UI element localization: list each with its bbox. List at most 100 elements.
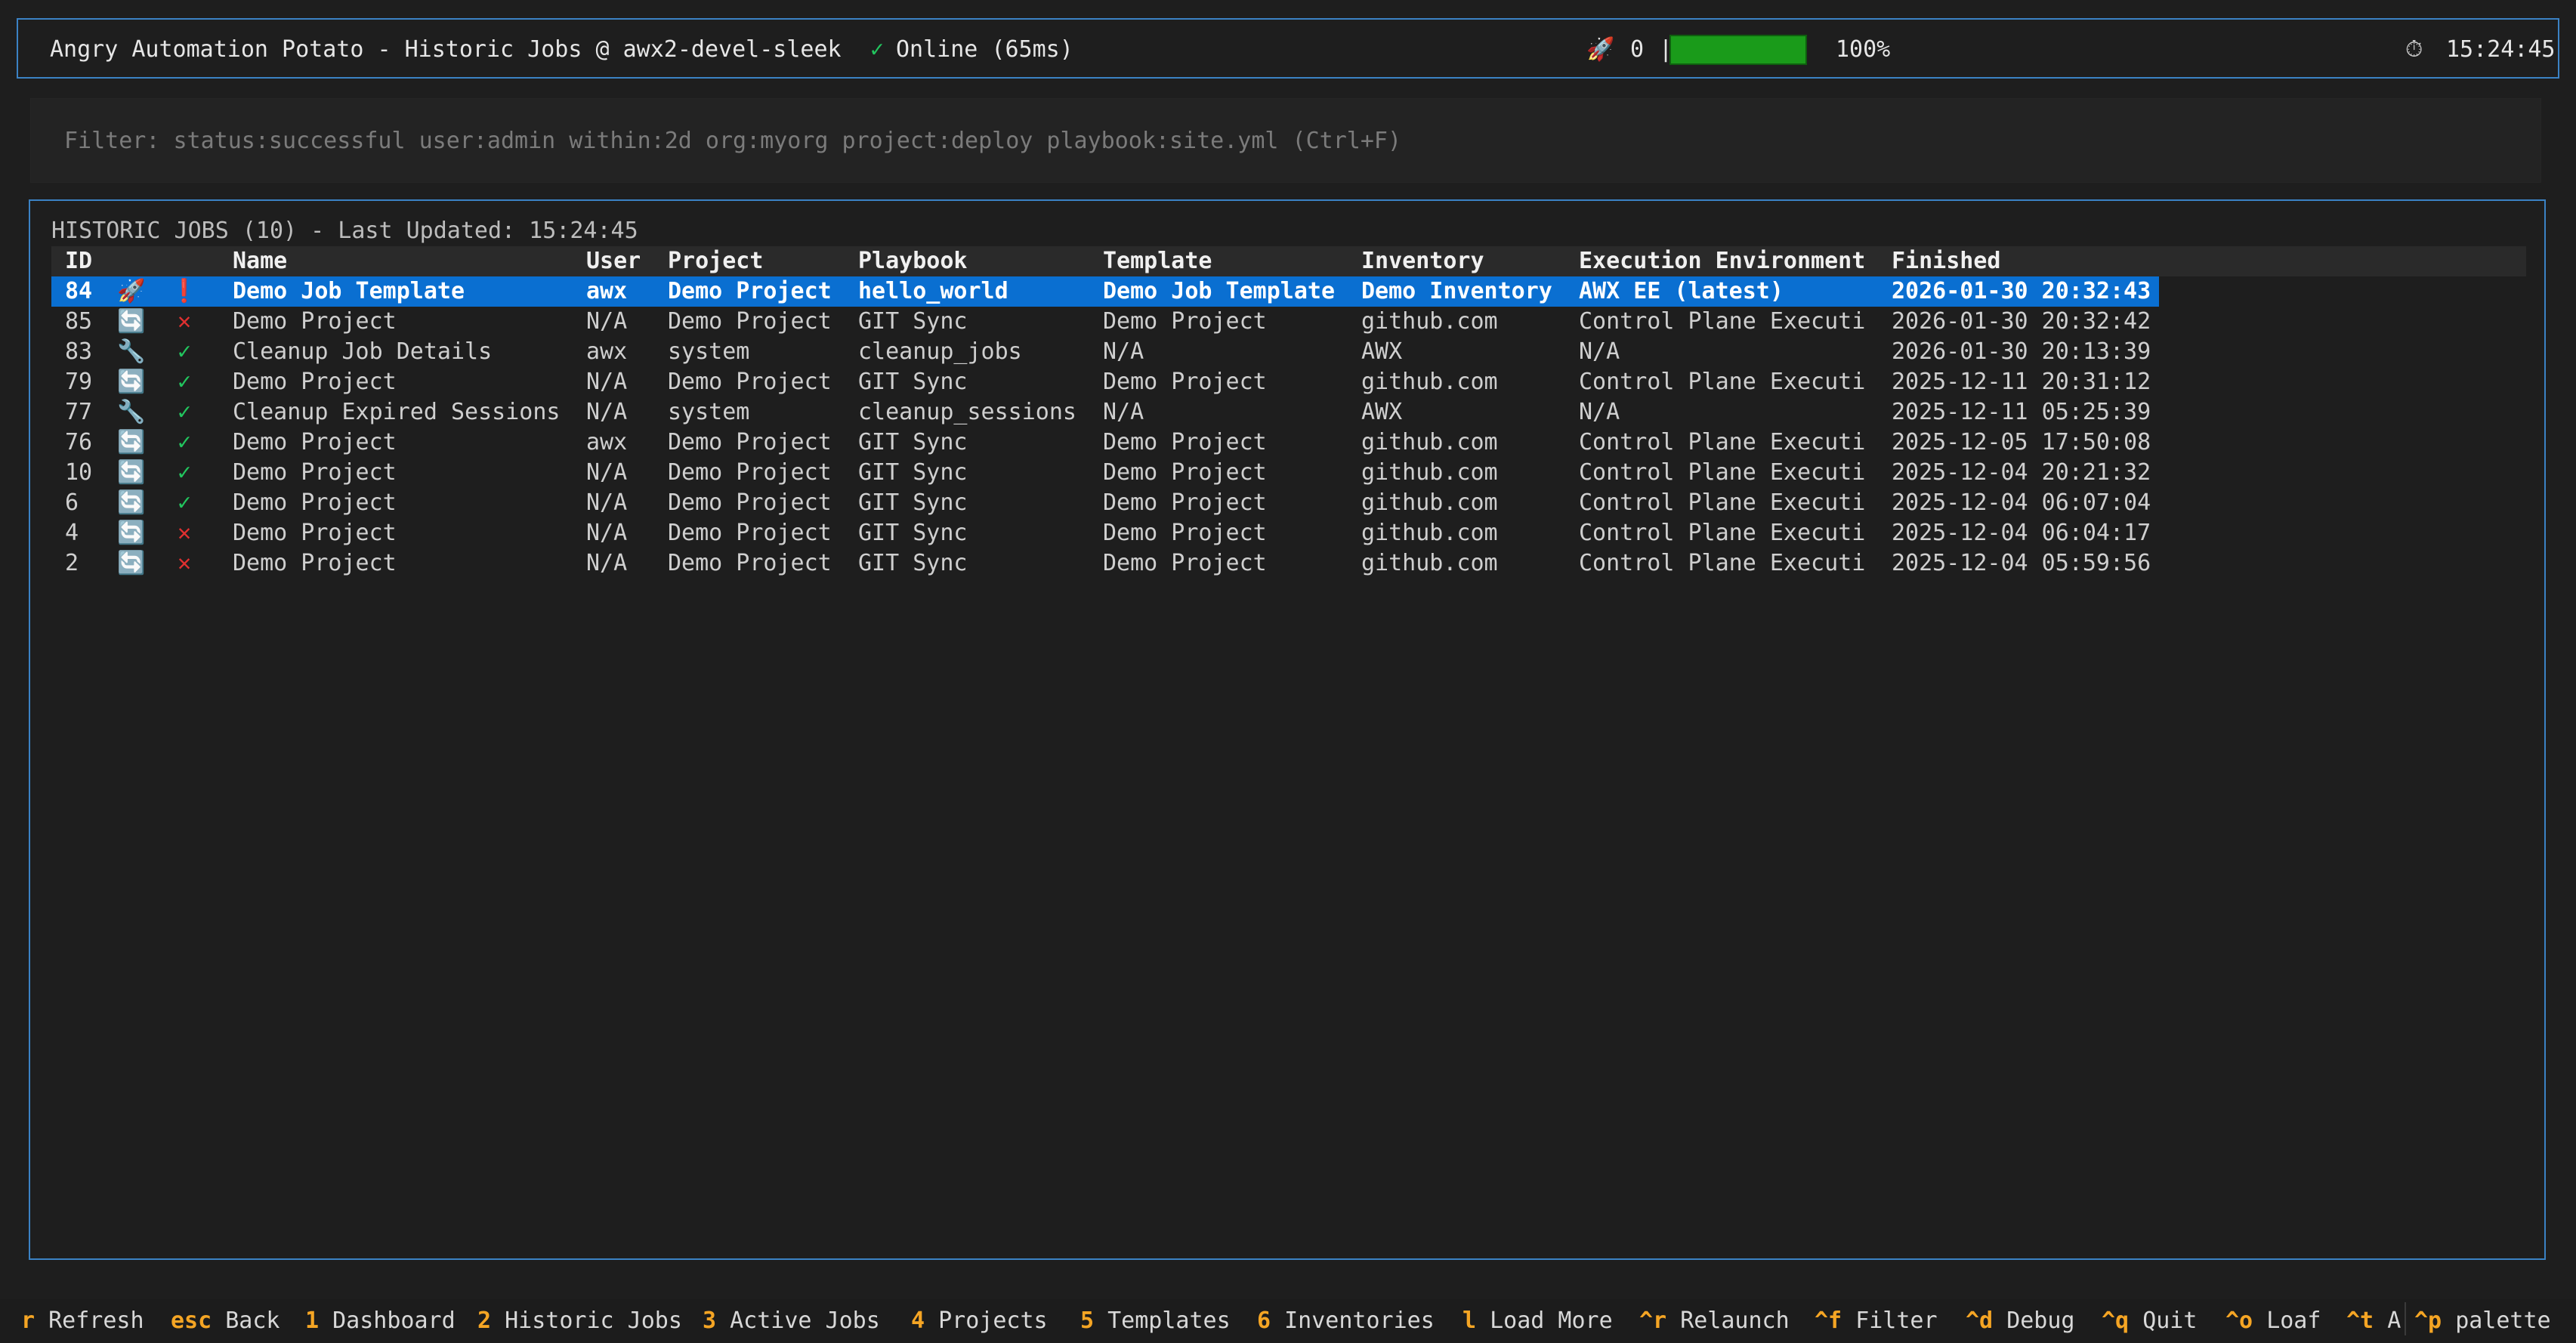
sync-icon: 🔄 [117, 520, 146, 546]
cell-ee: Control Plane Executi [1579, 429, 1866, 455]
table-row[interactable]: 4 🔄 ✕ Demo Project N/A Demo Project GIT Sync De… [51, 518, 2159, 548]
cell-project: Demo Project [668, 459, 832, 486]
table-row[interactable]: 79 🔄 ✓ Demo Project N/A Demo Project GIT Sync D… [51, 367, 2159, 397]
keybinding-label: Back [225, 1307, 280, 1334]
cell-name: Demo Job Template [233, 278, 465, 304]
cell-inventory: AWX [1361, 399, 1403, 425]
cell-id: 83 [65, 338, 93, 365]
keybinding-quit[interactable]: ^q Quit [2102, 1306, 2197, 1336]
cell-project: Demo Project [668, 550, 832, 576]
cell-ee: Control Plane Executi [1579, 308, 1866, 335]
capacity-percent: 100% [1836, 36, 1891, 63]
cell-template: Demo Project [1103, 520, 1267, 546]
keybinding-key: 6 [1257, 1307, 1271, 1334]
cell-playbook: GIT Sync [858, 550, 968, 576]
cell-user: N/A [586, 399, 628, 425]
cell-ee: N/A [1579, 399, 1620, 425]
cell-ee: Control Plane Executi [1579, 489, 1866, 516]
keybinding-label: Relaunch [1680, 1307, 1790, 1334]
sync-icon: 🔄 [117, 459, 146, 486]
keybinding-label: Projects [938, 1307, 1048, 1334]
cell-playbook: cleanup_sessions [858, 399, 1076, 425]
keybinding-key: 3 [703, 1307, 717, 1334]
keybinding-label: Active Jobs [730, 1307, 880, 1334]
keybinding-dashboard[interactable]: 1 Dashboard [305, 1306, 456, 1336]
cell-ee: Control Plane Executi [1579, 520, 1866, 546]
cell-ee: Control Plane Executi [1579, 550, 1866, 576]
panel-title: HISTORIC JOBS (10) - Last Updated: 15:24… [51, 218, 638, 244]
table-row[interactable]: 6 🔄 ✓ Demo Project N/A Demo Project GIT Sync De… [51, 488, 2159, 518]
keybinding-key: esc [171, 1307, 212, 1334]
cell-finished: 2025-12-05 17:50:08 [1892, 429, 2151, 455]
capacity-progress-bar [1669, 35, 1807, 65]
keybinding-label: Templates [1107, 1307, 1231, 1334]
keybinding-label: A [2387, 1307, 2401, 1334]
keybinding-key: r [21, 1307, 36, 1334]
table-row[interactable]: 77 🔧 ✓ Cleanup Expired Sessions N/A system cle… [51, 397, 2159, 428]
keybinding-key: 1 [305, 1307, 320, 1334]
keybinding-label: Loaf [2266, 1307, 2321, 1334]
column-header-finished: Finished [1892, 248, 2001, 274]
keybinding-refresh[interactable]: r Refresh [21, 1306, 144, 1336]
keybinding-historic-jobs[interactable]: 2 Historic Jobs [477, 1306, 682, 1336]
cell-playbook: cleanup_jobs [858, 338, 1022, 365]
cell-playbook: GIT Sync [858, 489, 968, 516]
table-row[interactable]: 85 🔄 ✕ Demo Project N/A Demo Project GIT Sync D… [51, 307, 2159, 337]
header-bar: Angry Automation Potato - Historic Jobs … [17, 18, 2559, 79]
keybinding-active-jobs[interactable]: 3 Active Jobs [703, 1306, 880, 1336]
keybinding-debug[interactable]: ^d Debug [1966, 1306, 2075, 1336]
cell-finished: 2026-01-30 20:32:42 [1892, 308, 2151, 335]
keybinding-bar: r Refresh esc Back 1 Dashboard 2 Historic J… [0, 1299, 2576, 1343]
keybinding-inventories[interactable]: 6 Inventories [1257, 1306, 1435, 1336]
cell-name: Demo Project [233, 308, 397, 335]
keybinding-loaf[interactable]: ^o Loaf [2225, 1306, 2321, 1336]
keybinding-key: ^o [2225, 1307, 2253, 1334]
keybinding-load-more[interactable]: l Load More [1463, 1306, 1613, 1336]
cell-inventory: github.com [1361, 429, 1498, 455]
cell-id: 4 [65, 520, 79, 546]
check-icon: ✓ [177, 429, 192, 455]
keybinding-label: Historic Jobs [505, 1307, 682, 1334]
keybinding-key: ^q [2102, 1307, 2130, 1334]
historic-jobs-panel: HISTORIC JOBS (10) - Last Updated: 15:24… [29, 199, 2546, 1260]
cell-playbook: hello_world [858, 278, 1008, 304]
keybinding-key: ^t [2346, 1307, 2374, 1334]
keybinding-projects[interactable]: 4 Projects [911, 1306, 1048, 1336]
cell-finished: 2026-01-30 20:32:43 [1892, 278, 2151, 304]
cell-template: Demo Project [1103, 429, 1267, 455]
keybinding-filter[interactable]: ^f Filter [1815, 1306, 1938, 1336]
keybinding-a[interactable]: ^t A [2346, 1306, 2401, 1336]
wrench-icon: 🔧 [117, 399, 146, 425]
table-row[interactable]: 10 🔄 ✓ Demo Project N/A Demo Project GIT Sync D… [51, 458, 2159, 488]
cell-finished: 2025-12-11 20:31:12 [1892, 369, 2151, 395]
cell-user: N/A [586, 489, 628, 516]
table-row[interactable]: 84 🚀 ❗ Demo Job Template awx Demo Project hell… [51, 276, 2159, 307]
table-row[interactable]: 76 🔄 ✓ Demo Project awx Demo Project GIT Sync D… [51, 428, 2159, 458]
cell-user: N/A [586, 459, 628, 486]
sync-icon: 🔄 [117, 308, 146, 335]
cell-name: Demo Project [233, 369, 397, 395]
keybinding-palette[interactable]: ^p palette [2414, 1306, 2551, 1336]
cell-template: N/A [1103, 338, 1144, 365]
table-row[interactable]: 2 🔄 ✕ Demo Project N/A Demo Project GIT Sync De… [51, 548, 2159, 579]
cell-template: Demo Job Template [1103, 278, 1336, 304]
sync-icon: 🔄 [117, 489, 146, 516]
keybinding-back[interactable]: esc Back [171, 1306, 280, 1336]
cell-name: Demo Project [233, 459, 397, 486]
cell-name: Demo Project [233, 520, 397, 546]
sync-icon: 🔄 [117, 429, 146, 455]
keybinding-relaunch[interactable]: ^r Relaunch [1639, 1306, 1790, 1336]
connection-status: Online (65ms) [896, 36, 1073, 63]
keybinding-key: ^p [2414, 1307, 2442, 1334]
column-header-name: Name [233, 248, 288, 274]
sync-icon: 🔄 [117, 550, 146, 576]
cross-icon: ✕ [177, 520, 192, 546]
footer-divider [2405, 1302, 2406, 1335]
check-icon: ✓ [177, 459, 192, 486]
cell-template: Demo Project [1103, 369, 1267, 395]
table-row[interactable]: 83 🔧 ✓ Cleanup Job Details awx system cleanup_… [51, 337, 2159, 367]
keybinding-templates[interactable]: 5 Templates [1080, 1306, 1231, 1336]
cell-inventory: github.com [1361, 489, 1498, 516]
filter-input[interactable]: Filter: status:successful user:admin wit… [30, 98, 2541, 183]
table-header: ID Name User Project Playbook Template I… [51, 246, 2526, 276]
